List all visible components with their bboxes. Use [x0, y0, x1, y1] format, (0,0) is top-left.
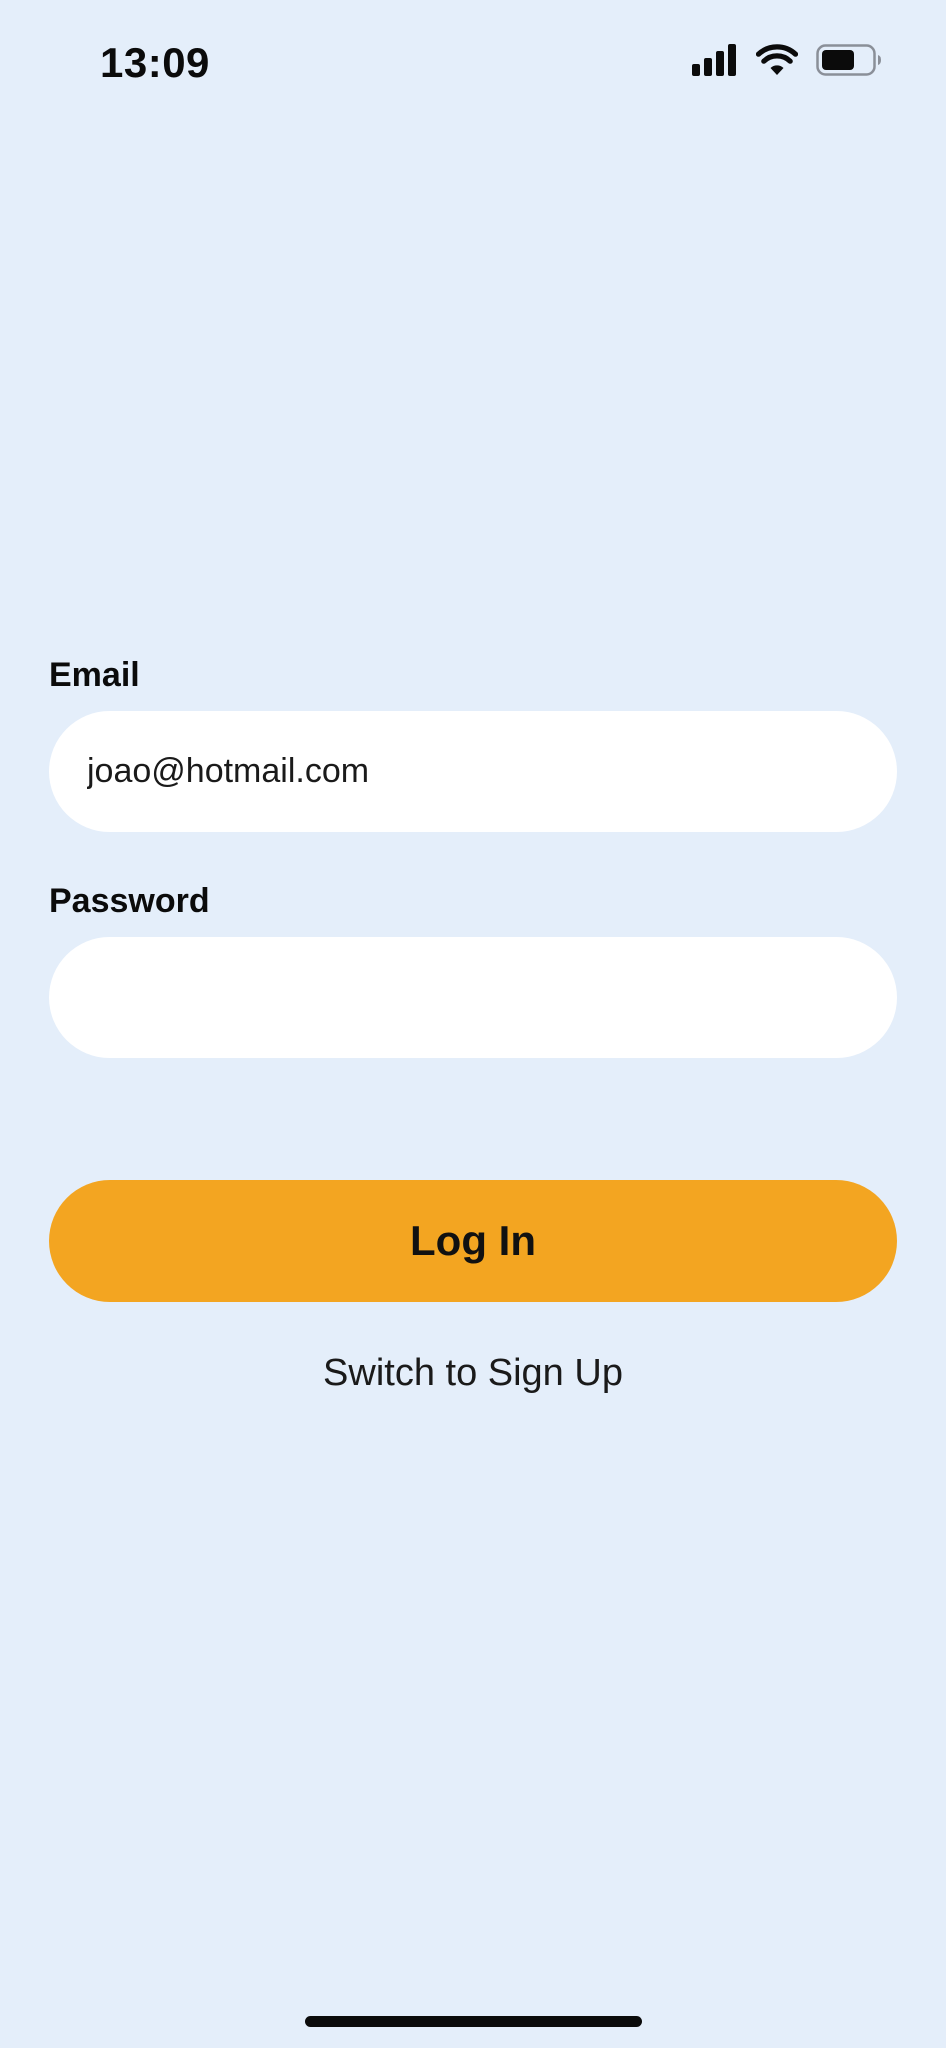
- switch-to-sign-up-link[interactable]: Switch to Sign Up: [49, 1350, 897, 1396]
- status-time: 13:09: [100, 39, 210, 86]
- login-form: Email Password Log In Switch to Sign Up: [49, 655, 897, 1396]
- password-block: Password: [49, 881, 897, 1058]
- home-indicator[interactable]: [305, 2016, 642, 2027]
- cellular-signal-icon: [692, 44, 736, 76]
- email-block: Email: [49, 655, 897, 832]
- status-icons: [692, 44, 882, 76]
- wifi-icon: [756, 44, 798, 75]
- login-screen: 13:09 Email P: [0, 0, 946, 2048]
- password-field[interactable]: [49, 937, 897, 1058]
- battery-icon: [816, 44, 881, 76]
- email-field[interactable]: [49, 711, 897, 832]
- log-in-button[interactable]: Log In: [49, 1180, 897, 1302]
- password-label: Password: [49, 882, 210, 920]
- email-label: Email: [49, 656, 140, 694]
